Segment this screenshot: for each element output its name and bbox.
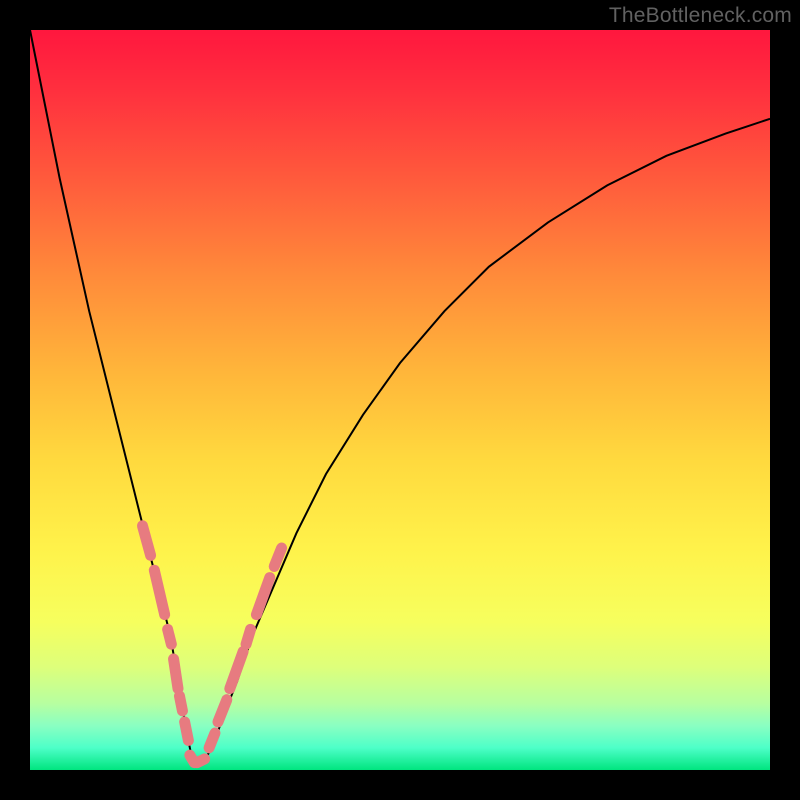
bead-segment <box>179 696 182 711</box>
watermark-text: TheBottleneck.com <box>609 4 792 28</box>
curve-svg <box>30 30 770 770</box>
bead-segment <box>168 629 172 644</box>
bead-segment <box>218 700 227 722</box>
bead-segment <box>197 759 204 763</box>
bead-segment <box>142 526 150 556</box>
bead-segment <box>274 548 281 567</box>
plot-area <box>30 30 770 770</box>
bead-segment <box>154 570 164 614</box>
bead-group <box>142 526 281 763</box>
bead-segment <box>185 722 189 741</box>
bead-segment <box>174 659 178 689</box>
bottleneck-curve <box>30 30 770 763</box>
bead-segment <box>256 578 269 615</box>
bead-segment <box>209 733 215 748</box>
bead-segment <box>246 629 250 644</box>
bead-segment <box>230 652 243 689</box>
chart-frame: TheBottleneck.com <box>0 0 800 800</box>
